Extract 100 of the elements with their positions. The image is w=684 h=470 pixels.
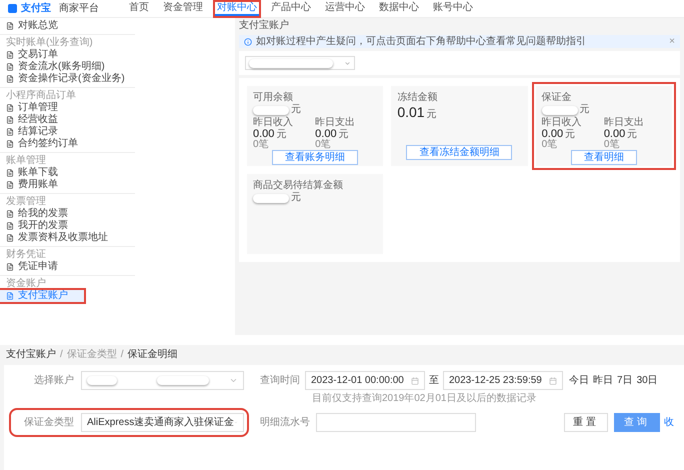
redaction-mark <box>253 106 289 115</box>
unit: 元 <box>291 105 301 115</box>
redaction-mark <box>253 194 289 203</box>
details-button[interactable]: 查看冻结金额明细 <box>406 145 512 160</box>
document-icon <box>6 104 14 112</box>
nav-tab[interactable]: 账号中心 <box>431 2 475 16</box>
breadcrumb: 支付宝账户 <box>239 20 290 32</box>
collapse-link[interactable]: 收 <box>664 415 674 430</box>
nav-tab[interactable]: 产品中心 <box>269 2 313 16</box>
stat-value: 0.00 <box>604 128 626 140</box>
quick-range-link[interactable]: 今日 <box>569 373 589 388</box>
serial-number-field[interactable] <box>316 413 476 432</box>
logo-icon <box>8 4 17 13</box>
section-title: 财务凭证 <box>5 249 47 260</box>
notice-text: 如对账过程中产生疑问，可点击页面右下角帮助中心查看常见问题帮助指引 <box>256 36 586 48</box>
document-icon <box>6 22 14 30</box>
section-title: 实时账单(业务查询) <box>5 37 94 48</box>
field-label: 选择账户 <box>33 374 74 388</box>
sidebar-item[interactable]: 凭证申请 <box>0 261 84 273</box>
unit: 元 <box>291 193 301 203</box>
breadcrumb-link[interactable]: 保证金明细 <box>128 349 178 361</box>
stat-label: 昨日收入 <box>253 117 294 128</box>
platform-title: 商家平台 <box>59 4 99 14</box>
unit: 元 <box>565 130 576 140</box>
document-icon <box>6 51 14 59</box>
document-icon <box>6 116 14 124</box>
document-icon <box>6 140 14 148</box>
field-label: 明细流水号 <box>260 416 310 430</box>
section-title: 发票管理 <box>5 196 47 208</box>
document-icon <box>6 222 14 230</box>
redaction-mark <box>157 376 209 385</box>
account-select[interactable] <box>81 371 244 390</box>
card-title: 冻结金额 <box>397 92 438 103</box>
info-icon <box>244 38 252 46</box>
unit: 元 <box>580 105 590 115</box>
chevron-icon <box>229 376 238 385</box>
card-title: 商品交易待结算金额 <box>253 180 344 191</box>
range-word: 至 <box>429 374 439 388</box>
document-icon <box>6 75 14 83</box>
stat-label: 昨日支出 <box>315 117 356 128</box>
sidebar-item[interactable]: 资金操作记录(资金业务) <box>0 73 131 85</box>
stat-value: 0.00 <box>542 128 564 140</box>
sidebar-item[interactable]: 经营收益 <box>0 114 84 126</box>
breadcrumb-separator: / <box>60 349 63 361</box>
reset-button[interactable]: 重置 <box>564 413 608 432</box>
stat-count: 0笔 <box>604 140 620 150</box>
breadcrumb-link[interactable]: 支付宝账户 <box>6 349 56 361</box>
nav-tab[interactable]: 数据中心 <box>377 2 421 16</box>
quick-range-link[interactable]: 7日 <box>617 373 633 388</box>
redaction-mark <box>87 376 117 385</box>
stat-value: 0.00 <box>253 128 274 140</box>
unit: 元 <box>338 130 349 140</box>
start-date-field[interactable]: 2023-12-01 00:00:00 <box>305 371 425 390</box>
sidebar-item[interactable]: 支付宝账户 <box>0 290 84 302</box>
field-label: 保证金类型 <box>23 416 74 430</box>
details-button[interactable]: 查看账务明细 <box>272 150 358 165</box>
amount: 0.01 <box>397 105 425 120</box>
sidebar-item[interactable]: 结算记录 <box>0 126 84 138</box>
hint-text: 目前仅支持查询2019年02月01日及以后的数据记录 <box>312 393 538 405</box>
document-icon <box>6 292 14 300</box>
quick-range-link[interactable]: 昨日 <box>593 373 613 388</box>
document-icon <box>6 63 14 71</box>
nav-tab[interactable]: 首页 <box>127 2 151 16</box>
nav-tab[interactable]: 对账中心 <box>215 2 259 16</box>
unit: 元 <box>627 130 638 140</box>
stat-label: 昨日支出 <box>604 117 645 128</box>
sidebar-item[interactable]: 资金流水(账务明细) <box>0 61 111 73</box>
sidebar-item[interactable]: 发票资料及收票地址 <box>0 232 114 244</box>
document-icon <box>6 263 14 271</box>
sidebar-item[interactable]: 账单下载 <box>0 167 84 179</box>
sidebar-item[interactable]: 费用账单 <box>0 179 84 191</box>
end-date-field[interactable]: 2023-12-25 23:59:59 <box>443 371 563 390</box>
deposit-type-select[interactable]: AliExpress速卖通商家入驻保证金 <box>81 413 244 432</box>
logo-text: 支付宝 <box>21 4 51 14</box>
section-title: 资金账户 <box>5 278 47 290</box>
calendar-icon <box>411 376 419 384</box>
chevron-icon <box>344 60 351 66</box>
stat-count: 0笔 <box>315 140 332 150</box>
sidebar-item[interactable]: 我开的发票 <box>0 220 84 232</box>
nav-tab[interactable]: 资金管理 <box>161 2 205 16</box>
document-icon <box>6 234 14 242</box>
sidebar-item[interactable]: 交易订单 <box>0 49 84 61</box>
sidebar-item[interactable]: 订单管理 <box>0 102 84 114</box>
section-title: 账单管理 <box>5 155 47 166</box>
sidebar-item[interactable]: 合约签约订单 <box>0 138 84 150</box>
quick-range-link[interactable]: 30日 <box>636 373 658 388</box>
stat-label: 昨日收入 <box>542 117 583 128</box>
calendar-icon <box>549 376 557 384</box>
unit: 元 <box>426 110 437 120</box>
sidebar-item[interactable]: 给我的发票 <box>0 208 84 220</box>
document-icon <box>6 169 14 177</box>
nav-tab[interactable]: 运营中心 <box>323 2 367 16</box>
unit: 元 <box>276 130 286 140</box>
stat-count: 0笔 <box>253 140 270 150</box>
sidebar-item[interactable]: 对账总览 <box>0 20 84 32</box>
document-icon <box>6 181 14 189</box>
details-button[interactable]: 查看明细 <box>570 150 637 165</box>
card-title: 可用余额 <box>253 92 294 103</box>
account-select[interactable] <box>245 56 355 70</box>
section-title: 小程序商品订单 <box>5 90 77 102</box>
